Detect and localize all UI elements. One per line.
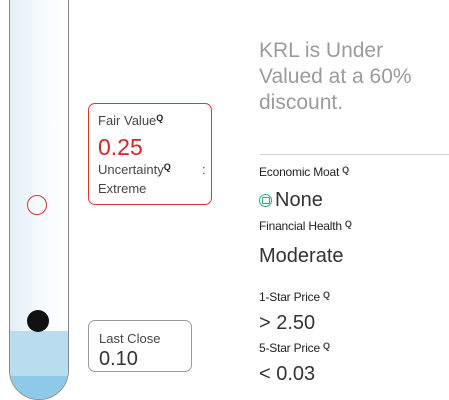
financial-health-value: Moderate [259, 245, 344, 267]
fair-value-callout: Fair ValueQ 0.25 UncertaintyQ : Extreme [88, 103, 212, 205]
economic-moat-label: Economic Moat [259, 165, 340, 179]
one-star-price-label: 1-Star Price [259, 290, 320, 304]
five-star-price-value: < 0.03 [259, 363, 316, 385]
info-icon[interactable]: Q [164, 162, 171, 172]
info-icon[interactable]: Q [156, 113, 163, 123]
economic-moat-value: None [275, 189, 323, 211]
fair-value-label: Fair Value [98, 113, 157, 128]
last-close-amount: 0.10 [99, 348, 138, 370]
five-star-price-label: 5-Star Price [259, 341, 320, 355]
divider [260, 154, 449, 155]
fair-value-marker [27, 195, 47, 215]
last-close-callout: Last Close 0.10 [88, 320, 192, 372]
uncertainty-label: Uncertainty [98, 162, 164, 177]
valuation-headline: KRL is Under Valued at a 60% discount. [259, 39, 412, 114]
fair-value-amount: 0.25 [98, 134, 143, 160]
gauge-undervalued-band [10, 331, 68, 376]
financial-health-label: Financial Health [259, 219, 342, 233]
info-icon[interactable]: Q [345, 219, 352, 229]
last-close-marker [27, 310, 49, 332]
info-icon[interactable]: Q [323, 290, 330, 300]
info-icon[interactable]: Q [342, 165, 349, 175]
uncertainty-separator: : [202, 162, 206, 177]
last-close-label: Last Close [99, 331, 161, 346]
info-icon[interactable]: Q [323, 341, 330, 351]
one-star-price-value: > 2.50 [259, 312, 316, 334]
gauge-overvalued-zone [10, 0, 68, 331]
moat-none-icon [259, 194, 272, 207]
gauge-deep-undervalued-band [10, 376, 68, 399]
uncertainty-value: Extreme [98, 181, 147, 196]
